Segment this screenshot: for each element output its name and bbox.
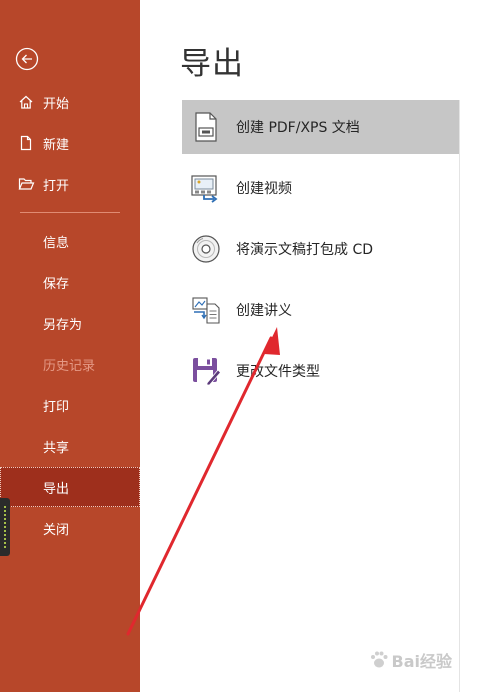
backstage-sidebar: 开始 新建 打开 信息 保存 另存为 历史记录 打印 共享 导出 关闭 xyxy=(0,0,140,692)
sidebar-item-label: 信息 xyxy=(43,235,70,251)
pdf-document-icon xyxy=(188,109,224,145)
sidebar-item-new[interactable]: 新建 xyxy=(0,123,140,163)
sidebar-item-history: 历史记录 xyxy=(0,344,140,384)
window-edge-handle xyxy=(0,498,10,556)
sidebar-item-label: 保存 xyxy=(43,276,70,292)
sidebar-item-save-as[interactable]: 另存为 xyxy=(0,303,140,343)
sidebar-item-label: 历史记录 xyxy=(43,358,96,374)
option-package-cd[interactable]: 将演示文稿打包成 CD xyxy=(182,222,459,276)
handout-icon xyxy=(188,292,224,328)
save-as-type-icon xyxy=(188,353,224,389)
sidebar-item-export[interactable]: 导出 xyxy=(0,467,140,507)
sidebar-item-label: 开始 xyxy=(43,96,70,112)
watermark-text: Bai经验 xyxy=(391,652,452,671)
option-label: 创建讲义 xyxy=(236,303,292,319)
sidebar-item-open[interactable]: 打开 xyxy=(0,164,140,204)
sidebar-divider xyxy=(20,212,120,213)
sidebar-item-label: 新建 xyxy=(43,137,70,153)
new-document-icon xyxy=(18,135,40,151)
sidebar-item-print[interactable]: 打印 xyxy=(0,385,140,425)
export-options-list: 创建 PDF/XPS 文档 创建视频 将演示文稿打包成 CD 创建讲义 更改文件… xyxy=(182,100,460,692)
sidebar-item-label: 关闭 xyxy=(43,522,70,538)
cd-icon xyxy=(188,231,224,267)
sidebar-item-close[interactable]: 关闭 xyxy=(0,508,140,548)
option-create-video[interactable]: 创建视频 xyxy=(182,161,459,215)
sidebar-item-home[interactable]: 开始 xyxy=(0,82,140,122)
paw-logo-icon xyxy=(370,651,388,668)
video-icon xyxy=(188,170,224,206)
watermark: Bai经验 xyxy=(369,648,452,672)
sidebar-item-share[interactable]: 共享 xyxy=(0,426,140,466)
option-label: 更改文件类型 xyxy=(236,364,320,380)
page-title: 导出 xyxy=(180,46,244,82)
back-button[interactable] xyxy=(15,47,39,71)
sidebar-item-info[interactable]: 信息 xyxy=(0,221,140,261)
sidebar-item-label: 导出 xyxy=(43,481,70,497)
folder-open-icon xyxy=(18,176,40,192)
sidebar-item-save[interactable]: 保存 xyxy=(0,262,140,302)
option-create-handouts[interactable]: 创建讲义 xyxy=(182,283,459,337)
option-create-pdf-xps[interactable]: 创建 PDF/XPS 文档 xyxy=(182,100,459,154)
sidebar-item-label: 共享 xyxy=(43,440,70,456)
option-label: 将演示文稿打包成 CD xyxy=(236,242,374,258)
home-icon xyxy=(18,94,40,110)
sidebar-item-label: 打印 xyxy=(43,399,70,415)
option-change-file-type[interactable]: 更改文件类型 xyxy=(182,344,459,398)
back-arrow-icon xyxy=(15,47,39,71)
sidebar-item-label: 另存为 xyxy=(43,317,83,333)
option-label: 创建 PDF/XPS 文档 xyxy=(236,120,360,136)
sidebar-item-label: 打开 xyxy=(43,178,70,194)
option-label: 创建视频 xyxy=(236,181,292,197)
